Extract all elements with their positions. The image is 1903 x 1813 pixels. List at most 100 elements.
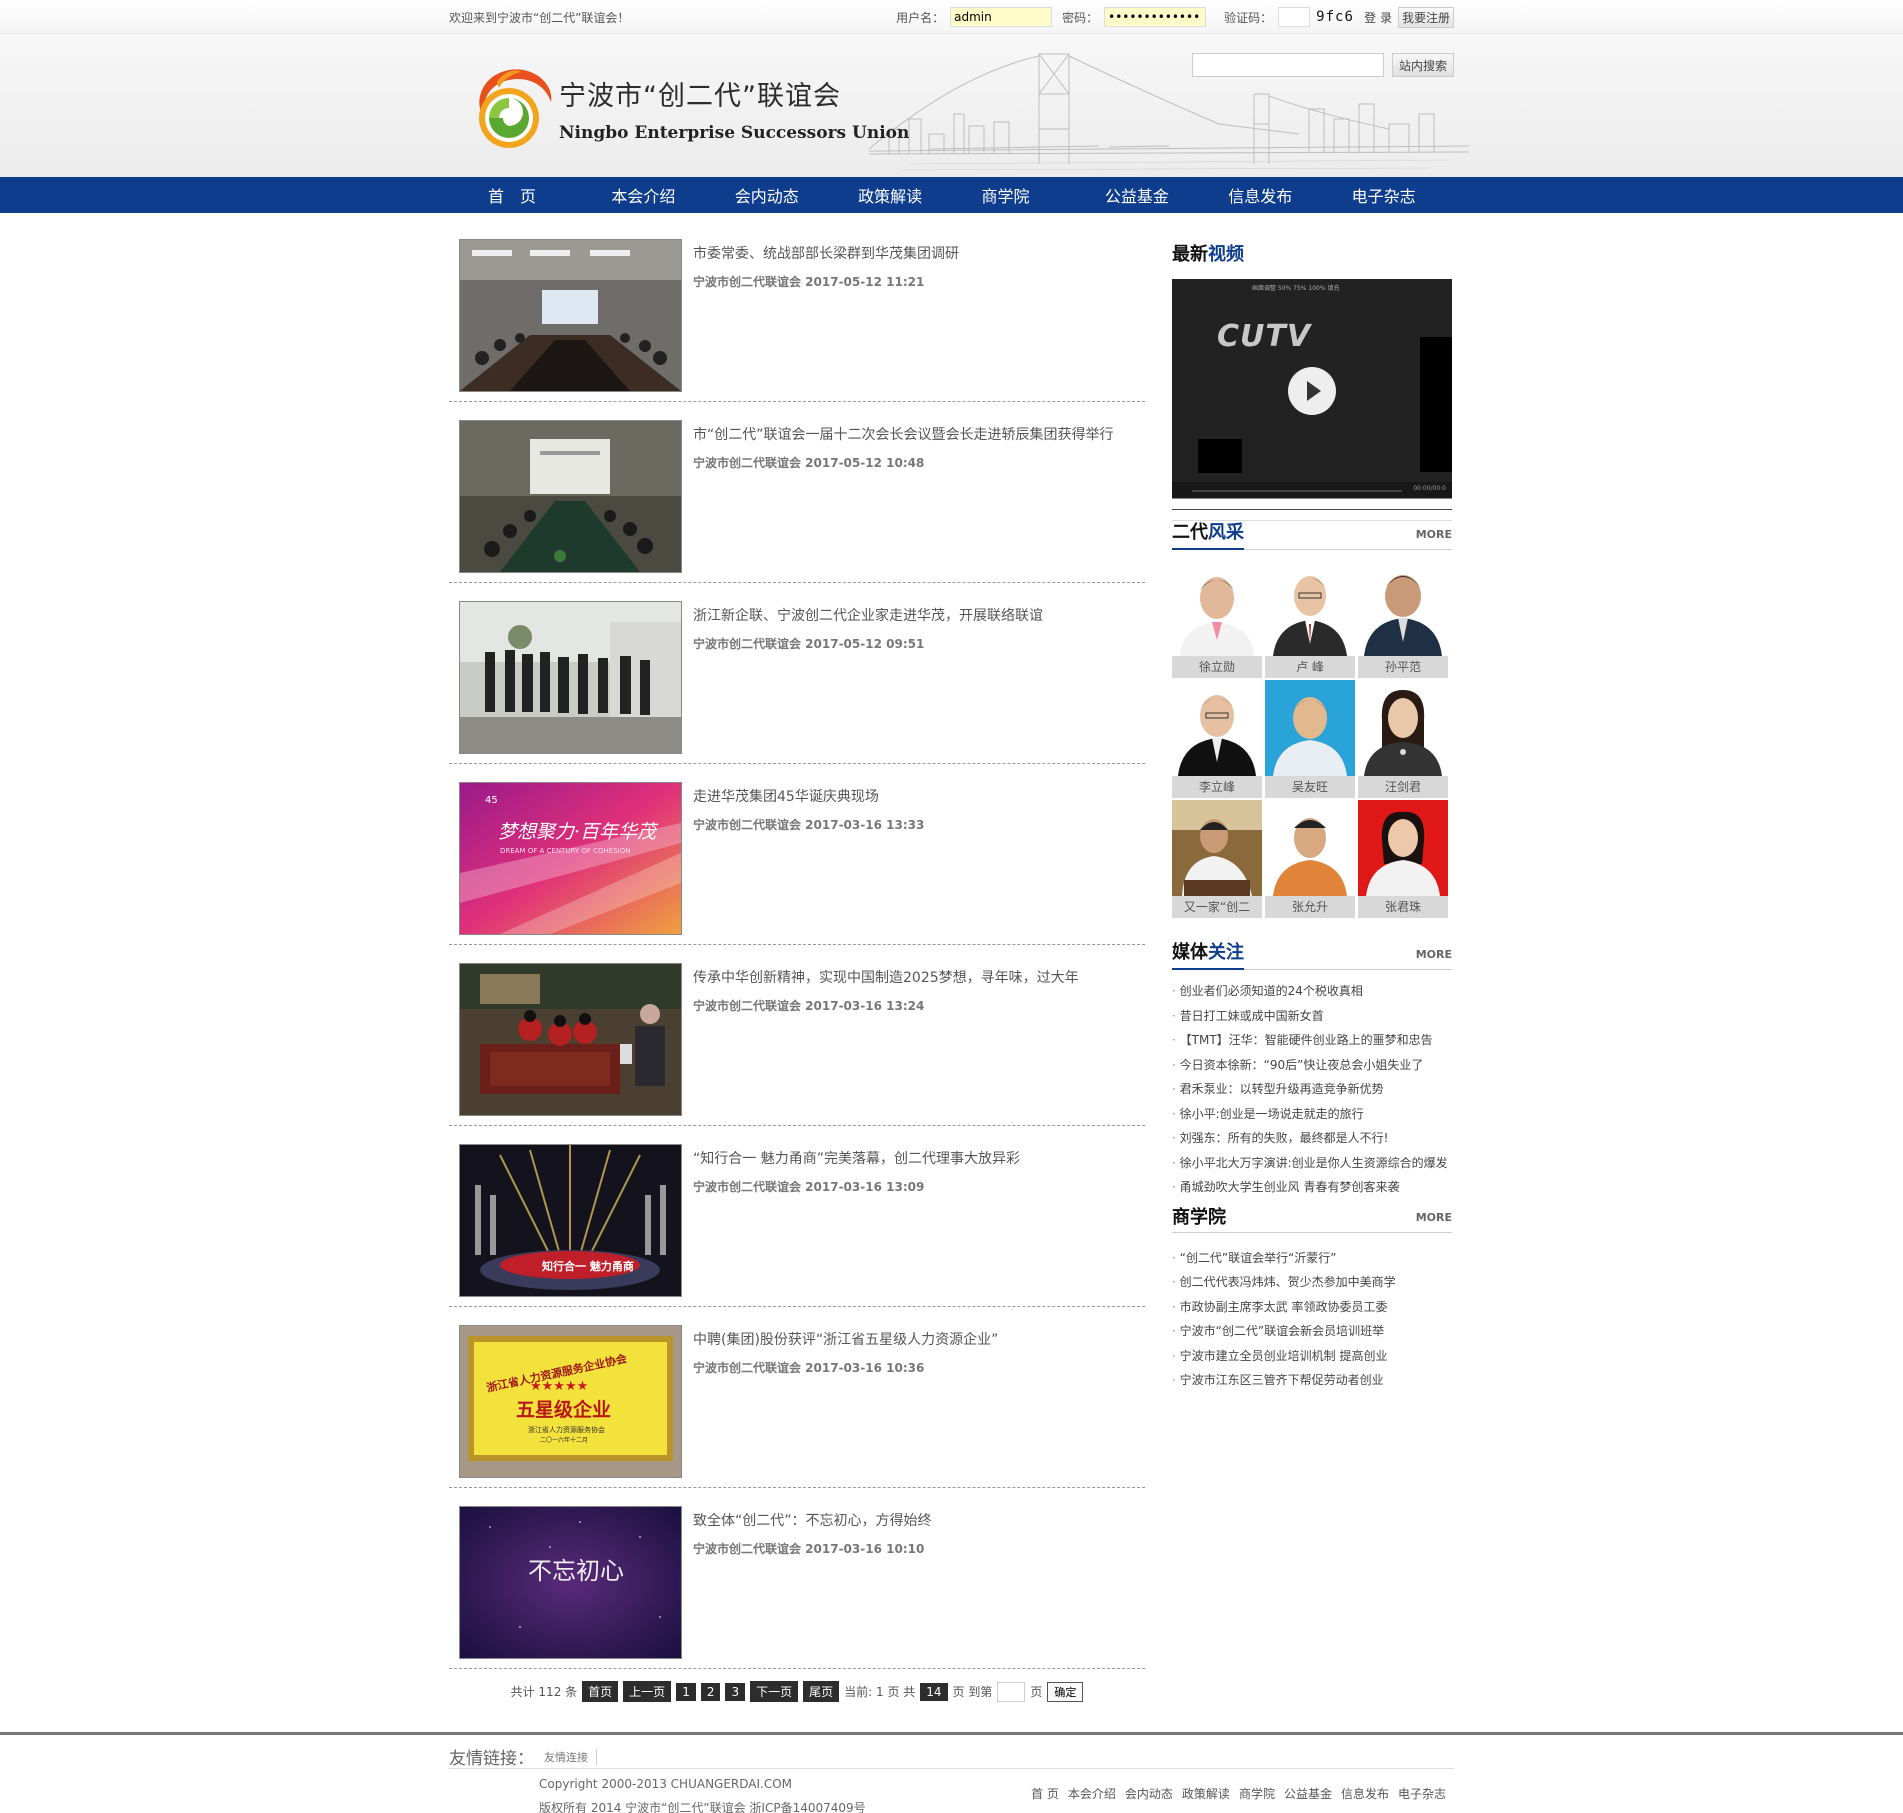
news-title-link[interactable]: 浙江新企联、宁波创二代企业家走进华茂，开展联络联谊 — [693, 605, 1043, 625]
school-more-link[interactable]: MORE — [1416, 1211, 1452, 1232]
list-item[interactable]: 创二代代表冯炜炜、贺少杰参加中美商学 — [1172, 1273, 1452, 1298]
nav-item-business-school[interactable]: 商学院 — [961, 183, 1084, 207]
person-card[interactable]: 李立峰 — [1172, 680, 1262, 798]
list-item[interactable]: 君禾泵业：以转型升级再造竞争新优势 — [1172, 1080, 1452, 1105]
video-brand-logo: CUTV — [1217, 319, 1312, 354]
pager-page-1[interactable]: 1 — [676, 1682, 696, 1701]
pager-current: 当前: 1 页 共 — [844, 1685, 916, 1699]
news-title-link[interactable]: 走进华茂集团45华诞庆典现场 — [693, 786, 924, 806]
media-more-link[interactable]: MORE — [1416, 948, 1452, 969]
list-item[interactable]: 宁波市建立全员创业培训机制 提高创业 — [1172, 1347, 1452, 1372]
nav-item-charity-fund[interactable]: 公益基金 — [1084, 183, 1207, 207]
list-item[interactable]: 昔日打工妹或成中国新女首 — [1172, 1007, 1452, 1032]
list-item[interactable]: 【TMT】汪华：智能硬件创业路上的噩梦和忠告 — [1172, 1031, 1452, 1056]
news-thumbnail[interactable] — [459, 239, 682, 392]
nav-item-e-magazine[interactable]: 电子杂志 — [1331, 183, 1454, 207]
people-section-header: 二代风采 MORE — [1172, 520, 1452, 550]
search-input[interactable] — [1191, 53, 1384, 77]
captcha-input[interactable] — [1278, 7, 1311, 27]
news-thumbnail[interactable]: 梦想聚力·百年华茂 DREAM OF A CENTURY OF COHESION 4… — [459, 782, 682, 935]
footer-nav-policy[interactable]: 政策解读 — [1182, 1785, 1230, 1802]
list-item[interactable]: 徐小平:创业是一场说走就走的旅行 — [1172, 1105, 1452, 1130]
footer-nav-info-release[interactable]: 信息发布 — [1341, 1785, 1389, 1802]
footer-nav-business-school[interactable]: 商学院 — [1239, 1785, 1275, 1802]
register-button[interactable]: 我要注册 — [1397, 6, 1454, 28]
list-item[interactable]: 甬城劲吹大学生创业风 青春有梦创客来袭 — [1172, 1178, 1452, 1203]
news-title-link[interactable]: 致全体“创二代”：不忘初心，方得始终 — [693, 1510, 932, 1530]
list-item[interactable]: 徐小平北大万字演讲:创业是你人生资源综合的爆发 — [1172, 1154, 1452, 1179]
video-toolbar[interactable]: 画面调整 50% 75% 100% 填充 — [1252, 283, 1339, 292]
footer-nav-about[interactable]: 本会介绍 — [1068, 1785, 1116, 1802]
nav-item-news[interactable]: 会内动态 — [714, 183, 837, 207]
news-item: 不忘初心 致全体“创二代”：不忘初心，方得始终 宁波市创二代联谊会 2017-0… — [449, 1488, 1145, 1669]
list-item[interactable]: 创业者们必须知道的24个税收真相 — [1172, 982, 1452, 1007]
person-card[interactable]: 张允升 — [1265, 800, 1355, 918]
play-icon[interactable] — [1288, 367, 1336, 415]
person-card[interactable]: 吴友旺 — [1265, 680, 1355, 798]
username-label: 用户名： — [896, 10, 945, 25]
video-player[interactable]: 画面调整 50% 75% 100% 填充 CUTV 00:00/00:0 — [1172, 279, 1452, 499]
pager-page-3[interactable]: 3 — [725, 1682, 746, 1701]
pager-next-button[interactable]: 下一页 — [750, 1681, 799, 1702]
news-title-link[interactable]: 传承中华创新精神，实现中国制造2025梦想，寻年味，过大年 — [693, 967, 1079, 987]
pager-page-2[interactable]: 2 — [700, 1682, 721, 1701]
footer-nav-e-magazine[interactable]: 电子杂志 — [1398, 1785, 1446, 1802]
video-progress[interactable] — [1192, 490, 1402, 492]
pager-first-button[interactable]: 首页 — [582, 1681, 619, 1702]
news-thumbnail[interactable] — [459, 420, 682, 573]
person-card[interactable]: 徐立勋 — [1172, 560, 1262, 678]
login-button[interactable]: 登 录 — [1364, 9, 1392, 26]
news-thumbnail[interactable]: 不忘初心 — [459, 1506, 682, 1659]
pager-last-button[interactable]: 尾页 — [803, 1681, 840, 1702]
captcha-image[interactable]: 9fc6 — [1316, 9, 1358, 25]
video-controls[interactable]: 00:00/00:0 — [1172, 482, 1452, 498]
nav-item-about[interactable]: 本会介绍 — [590, 183, 713, 207]
list-item[interactable]: 今日资本徐新：“90后”快让夜总会小姐失业了 — [1172, 1056, 1452, 1081]
list-item[interactable]: 刘强东：所有的失败，最终都是人不行! — [1172, 1129, 1452, 1154]
video-time: 00:00/00:0 — [1413, 485, 1446, 492]
nav-item-info-release[interactable]: 信息发布 — [1207, 183, 1330, 207]
pager-prev-button[interactable]: 上一页 — [623, 1681, 672, 1702]
person-card[interactable]: 张君珠 — [1358, 800, 1448, 918]
pager-goto-input[interactable] — [997, 1681, 1026, 1702]
news-meta: 宁波市创二代联谊会 2017-05-12 11:21 — [693, 275, 925, 289]
list-item[interactable]: 宁波市江东区三管齐下帮促劳动者创业 — [1172, 1371, 1452, 1396]
person-photo — [1358, 560, 1448, 656]
media-section-title: 媒体关注 — [1172, 938, 1244, 970]
sidebar: 最新视频 画面调整 50% 75% 100% 填充 CUTV 00:00/00:… — [1172, 239, 1452, 1702]
footer-nav-charity-fund[interactable]: 公益基金 — [1284, 1785, 1332, 1802]
nav-item-policy[interactable]: 政策解读 — [837, 183, 960, 207]
news-thumbnail[interactable]: 知行合一 魅力甬商 — [459, 1144, 682, 1297]
nav-item-home[interactable]: 首 页 — [467, 183, 590, 207]
thumb-slogan: 梦想聚力·百年华茂 — [498, 821, 659, 843]
footer-nav-home[interactable]: 首 页 — [1031, 1785, 1059, 1802]
news-title-link[interactable]: 中聘(集团)股份获评“浙江省五星级人力资源企业” — [693, 1329, 998, 1349]
footer-nav-news[interactable]: 会内动态 — [1125, 1785, 1173, 1802]
pager-confirm-button[interactable]: 确定 — [1047, 1681, 1084, 1702]
person-card[interactable]: 孙平范 — [1358, 560, 1448, 678]
search-button[interactable]: 站内搜索 — [1391, 53, 1454, 77]
person-card[interactable]: 又一家“创二 — [1172, 800, 1262, 918]
person-card[interactable]: 汪剑君 — [1358, 680, 1448, 798]
people-more-link[interactable]: MORE — [1416, 528, 1452, 549]
person-card[interactable]: 卢 峰 — [1265, 560, 1355, 678]
news-thumbnail[interactable] — [459, 963, 682, 1116]
password-input[interactable] — [1104, 7, 1207, 27]
news-thumbnail[interactable] — [459, 601, 682, 754]
thumb-slogan-en: DREAM OF A CENTURY OF COHESION — [500, 847, 630, 855]
list-item[interactable]: 宁波市“创二代”联谊会新会员培训班举 — [1172, 1322, 1452, 1347]
pager-page-unit: 页 — [1030, 1685, 1043, 1699]
list-item[interactable]: “创二代”联谊会举行“沂蒙行” — [1172, 1249, 1452, 1274]
news-meta: 宁波市创二代联谊会 2017-05-12 10:48 — [693, 456, 925, 470]
news-title-link[interactable]: “知行合一 魅力甬商”完美落幕，创二代理事大放异彩 — [693, 1148, 1020, 1168]
news-thumbnail[interactable]: 浙江省人力资源服务企业协会 ★★★★★ 五星级企业 浙江省人力资源服务协会 二〇一六年十… — [459, 1325, 682, 1478]
news-title-link[interactable]: 市委常委、统战部部长梁群到华茂集团调研 — [693, 243, 959, 263]
news-item: 市委常委、统战部部长梁群到华茂集团调研 宁波市创二代联谊会 2017-05-12… — [449, 239, 1145, 402]
list-item[interactable]: 市政协副主席李太武 率领政协委员工委 — [1172, 1298, 1452, 1323]
username-input[interactable] — [950, 7, 1053, 27]
logo-english-name: Ningbo Enterprise Successors Union — [559, 122, 910, 143]
site-logo[interactable]: 宁波市“创二代”联谊会 Ningbo Enterprise Successors… — [459, 62, 909, 154]
news-item: 梦想聚力·百年华茂 DREAM OF A CENTURY OF COHESION 4… — [449, 764, 1145, 945]
friend-link[interactable]: 友情连接 — [544, 1748, 597, 1765]
news-title-link[interactable]: 市“创二代”联谊会一届十二次会长会议暨会长走进轿辰集团获得举行 — [693, 424, 1114, 444]
